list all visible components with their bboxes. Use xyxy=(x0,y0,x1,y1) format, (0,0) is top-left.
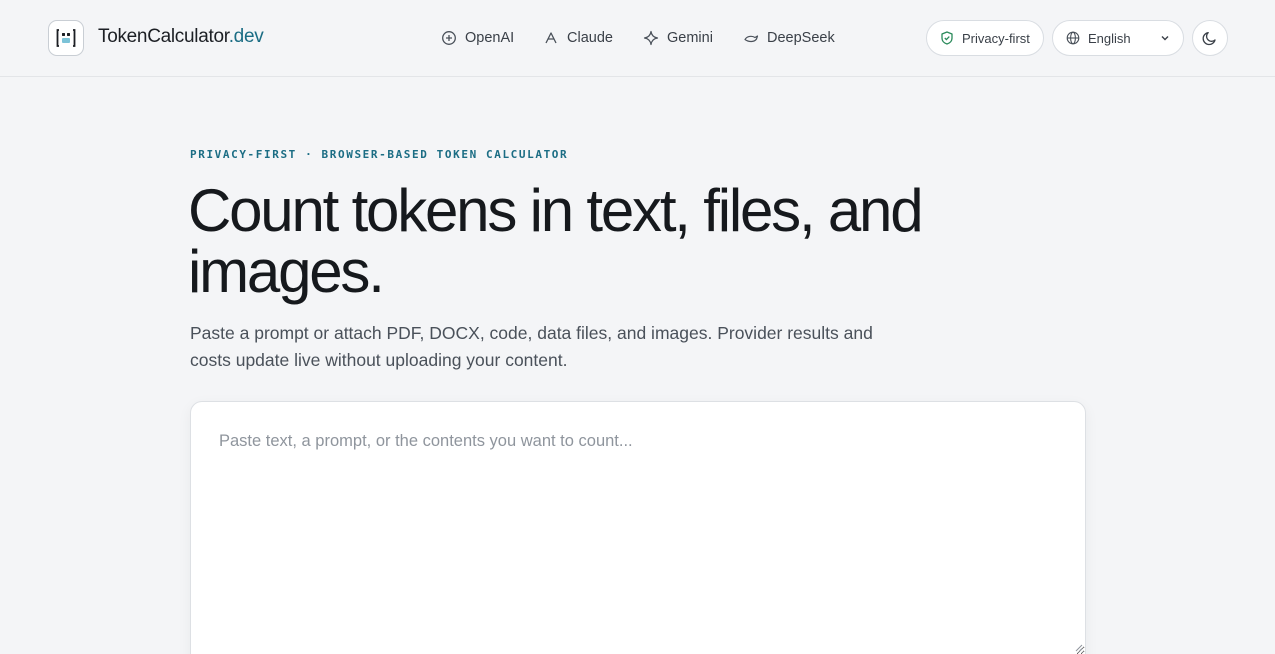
privacy-badge-label: Privacy-first xyxy=(962,30,1030,46)
theme-toggle-button[interactable] xyxy=(1192,20,1228,56)
claude-icon xyxy=(545,32,557,44)
logo[interactable] xyxy=(48,20,84,56)
chevron-down-icon xyxy=(1161,36,1169,41)
logo-icon xyxy=(56,29,76,47)
globe-icon xyxy=(1066,31,1080,45)
nav-item-gemini[interactable]: Gemini xyxy=(643,27,713,49)
nav-item-label: OpenAI xyxy=(465,30,515,46)
brand-name[interactable]: TokenCalculator.dev xyxy=(98,26,264,50)
language-select-value: English xyxy=(1088,30,1131,46)
language-select[interactable]: English xyxy=(1052,20,1184,56)
hero-eyebrow: PRIVACY-FIRST · BROWSER-BASED TOKEN CALC… xyxy=(190,148,569,161)
nav-item-label: Gemini xyxy=(667,30,713,46)
brand-suffix: .dev xyxy=(228,26,264,47)
shield-check-icon xyxy=(941,31,953,45)
text-input-card xyxy=(190,401,1086,654)
nav-item-openai[interactable]: OpenAI xyxy=(441,27,514,49)
nav-item-label: Claude xyxy=(567,30,613,46)
gemini-icon xyxy=(643,30,659,46)
moon-icon xyxy=(1202,31,1216,46)
nav-item-label: DeepSeek xyxy=(767,30,835,46)
token-text-input[interactable] xyxy=(191,402,1085,654)
privacy-badge[interactable]: Privacy-first xyxy=(926,20,1044,56)
hero-subtitle: Paste a prompt or attach PDF, DOCX, code… xyxy=(190,323,873,370)
top-header: TokenCalculator.dev OpenAI Claude Gemini… xyxy=(0,0,1275,77)
deepseek-icon xyxy=(744,35,759,43)
resize-handle-icon[interactable] xyxy=(1075,644,1083,652)
nav-item-deepseek[interactable]: DeepSeek xyxy=(743,27,835,49)
page-title: Count tokens in text, files, and images. xyxy=(188,177,924,305)
openai-icon xyxy=(442,31,456,45)
nav-item-claude[interactable]: Claude xyxy=(543,27,613,49)
